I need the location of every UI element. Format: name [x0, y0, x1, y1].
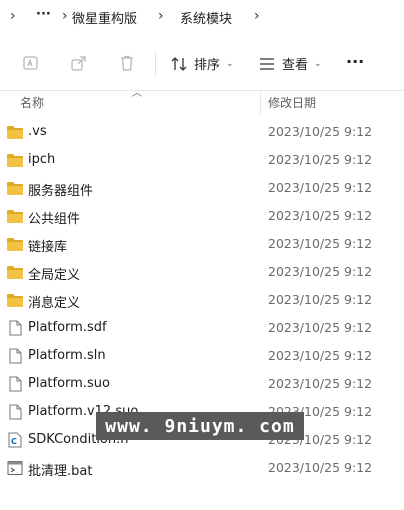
modified-date: 2023/10/25 9:12	[268, 236, 373, 251]
view-icon	[260, 57, 274, 70]
file-name: 消息定义	[28, 296, 81, 311]
file-row[interactable]: 消息定义 2023/10/25 9:12	[0, 286, 404, 314]
folder-icon	[6, 180, 24, 196]
file-name: Platform.sln	[28, 348, 106, 363]
modified-date: 2023/10/25 9:12	[268, 348, 373, 363]
modified-date: 2023/10/25 9:12	[268, 124, 373, 139]
file-icon	[6, 320, 24, 336]
file-name: 批清理.bat	[28, 464, 93, 479]
modified-date: 2023/10/25 9:12	[268, 264, 373, 279]
folder-icon	[6, 236, 24, 252]
modified-date: 2023/10/25 9:12	[268, 180, 373, 195]
modified-date: 2023/10/25 9:12	[268, 292, 373, 307]
modified-date: 2023/10/25 9:12	[268, 460, 373, 475]
folder-icon	[6, 208, 24, 224]
toolbar: 排序 ⌄ 查看 ⌄ ···	[0, 38, 404, 91]
file-row[interactable]: Platform.suo 2023/10/25 9:12	[0, 370, 404, 398]
file-icon	[6, 348, 24, 364]
modified-date: 2023/10/25 9:12	[268, 320, 373, 335]
folder-icon	[6, 264, 24, 280]
chevron-right-icon[interactable]: ›	[10, 8, 16, 24]
sort-button[interactable]: 排序 ⌄	[170, 54, 234, 73]
file-icon	[6, 376, 24, 392]
rename-icon[interactable]	[22, 54, 40, 72]
file-name: Platform.sdf	[28, 320, 107, 335]
toolbar-divider	[155, 52, 156, 76]
share-icon[interactable]	[70, 54, 88, 72]
c-header-file-icon: C	[6, 432, 24, 448]
name-column-header[interactable]: 名称	[20, 94, 44, 111]
file-name: 链接库	[28, 240, 68, 255]
breadcrumb: › ··· › 微星重构版 › 系统模块 ›	[0, 0, 404, 34]
file-name: ipch	[28, 152, 56, 167]
svg-text:C: C	[11, 437, 17, 446]
folder-icon	[6, 292, 24, 308]
file-row[interactable]: 服务器组件 2023/10/25 9:12	[0, 174, 404, 202]
file-icon	[6, 404, 24, 420]
folder-icon	[6, 124, 24, 140]
sort-ascending-icon: ︿	[132, 88, 142, 99]
chevron-down-icon: ⌄	[226, 58, 234, 69]
file-row[interactable]: ipch 2023/10/25 9:12	[0, 146, 404, 174]
chevron-right-icon: ›	[62, 8, 68, 24]
chevron-right-icon: ›	[158, 8, 164, 24]
breadcrumb-item[interactable]: 系统模块	[180, 8, 232, 27]
folder-icon	[6, 152, 24, 168]
file-row[interactable]: Platform.sdf 2023/10/25 9:12	[0, 314, 404, 342]
file-name: Platform.suo	[28, 376, 110, 391]
file-row[interactable]: 公共组件 2023/10/25 9:12	[0, 202, 404, 230]
view-label: 查看	[282, 58, 309, 73]
delete-icon[interactable]	[118, 54, 136, 72]
file-row[interactable]: 批清理.bat 2023/10/25 9:12	[0, 454, 404, 482]
batch-file-icon	[6, 460, 24, 476]
view-button[interactable]: 查看 ⌄	[258, 54, 322, 73]
file-name: 公共组件	[28, 212, 81, 227]
file-row[interactable]: 链接库 2023/10/25 9:12	[0, 230, 404, 258]
breadcrumb-item[interactable]: 微星重构版	[72, 8, 137, 27]
file-row[interactable]: Platform.sln 2023/10/25 9:12	[0, 342, 404, 370]
file-name: .vs	[28, 124, 47, 139]
column-divider[interactable]	[260, 90, 261, 114]
file-name: 全局定义	[28, 268, 81, 283]
chevron-down-icon: ⌄	[314, 58, 322, 69]
modified-date: 2023/10/25 9:12	[268, 376, 373, 391]
column-header: ︿ 名称 修改日期	[0, 88, 404, 114]
chevron-right-icon[interactable]: ›	[254, 8, 260, 24]
file-name: 服务器组件	[28, 184, 94, 199]
sort-icon	[171, 56, 187, 71]
modified-date: 2023/10/25 9:12	[268, 208, 373, 223]
sort-label: 排序	[194, 58, 221, 73]
file-row[interactable]: 全局定义 2023/10/25 9:12	[0, 258, 404, 286]
more-options-button[interactable]: ···	[346, 52, 364, 71]
file-row[interactable]: .vs 2023/10/25 9:12	[0, 118, 404, 146]
modified-column-header[interactable]: 修改日期	[268, 94, 316, 111]
modified-date: 2023/10/25 9:12	[268, 152, 373, 167]
watermark: www. 9niuym. com	[96, 412, 304, 440]
breadcrumb-more-button[interactable]: ···	[36, 7, 51, 22]
